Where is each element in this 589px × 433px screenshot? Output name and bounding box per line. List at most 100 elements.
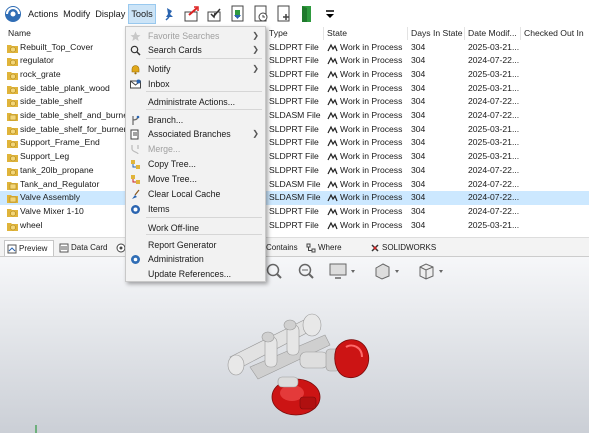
cell-date: 2025-03-21...: [468, 123, 520, 134]
menu-item-items[interactable]: Items: [126, 202, 265, 216]
cell-state: Work in Process: [340, 68, 403, 79]
cell-days: 304: [411, 68, 426, 79]
zoom-area-icon[interactable]: [297, 262, 315, 280]
table-row[interactable]: side_table_shelf_for_burner SLDPRT File Wo…: [0, 123, 589, 137]
check-out-icon[interactable]: [181, 3, 203, 25]
menu-item-administration[interactable]: Administration: [126, 252, 265, 266]
table-row[interactable]: wheel SLDPRT File Work in Process 304 2025-0…: [0, 219, 589, 233]
menu-item-search-cards[interactable]: Search Cards ❯: [126, 43, 265, 57]
cell-type: SLDPRT File: [269, 68, 319, 79]
get-version-icon[interactable]: [250, 3, 272, 25]
cell-date: 2024-07-22...: [468, 55, 520, 66]
cell-state: Work in Process: [340, 123, 403, 134]
cell-type: SLDPRT File: [269, 164, 319, 175]
cell-date: 2024-07-22...: [468, 205, 520, 216]
cell-state: Work in Process: [340, 151, 403, 162]
add-file-icon[interactable]: [273, 3, 295, 25]
chevron-down-icon[interactable]: [319, 3, 341, 25]
table-row[interactable]: tank_20lb_propane SLDPRT File Work in Proc…: [0, 164, 589, 178]
get-latest-icon[interactable]: [227, 3, 249, 25]
menu-item-favorite-searches[interactable]: Favorite Searches ❯: [126, 29, 265, 43]
menu-item-branch[interactable]: Branch...: [126, 113, 265, 127]
cell-type: SLDPRT File: [269, 205, 319, 216]
column-header-type[interactable]: Type: [266, 27, 324, 40]
menu-item-associated-branches[interactable]: Associated Branches ❯: [126, 127, 265, 141]
tab-label: Data Card: [71, 243, 108, 252]
menu-tools[interactable]: Tools: [128, 3, 156, 24]
menu-item-label: Administrate Actions...: [148, 97, 236, 107]
table-row[interactable]: side_table_shelf SLDPRT File Work in Proce…: [0, 95, 589, 109]
table-row[interactable]: side_table_plank_wood SLDPRT File Work in …: [0, 82, 589, 96]
cell-date: 2025-03-21...: [468, 137, 520, 148]
cell-days: 304: [411, 82, 426, 93]
cell-days: 304: [411, 110, 426, 120]
cell-type: SLDPRT File: [269, 82, 319, 93]
menu-display[interactable]: Display: [93, 4, 127, 24]
change-state-icon[interactable]: [296, 3, 318, 25]
menu-item-administrate-actions[interactable]: Administrate Actions...: [126, 95, 265, 109]
menu-separator: [146, 58, 262, 59]
menu-item-label: Associated Branches: [148, 129, 231, 139]
view-orientation-icon[interactable]: [417, 262, 447, 280]
display-style-icon[interactable]: [329, 262, 359, 280]
preview-toolbar: [265, 262, 447, 280]
administration-icon: [130, 254, 141, 265]
cell-days: 304: [411, 137, 426, 148]
menu-item-label: Search Cards: [148, 45, 202, 55]
where-used-icon: [306, 243, 316, 253]
table-row[interactable]: Valve Mixer 1-10 SLDPRT File Work in Proce…: [0, 205, 589, 219]
menu-item-inbox[interactable]: Inbox: [126, 77, 265, 91]
table-row[interactable]: rock_grate SLDPRT File Work in Process 304 2…: [0, 68, 589, 82]
check-in-icon[interactable]: [204, 3, 226, 25]
table-row[interactable]: Tank_and_Regulator SLDASM File Work in Pro…: [0, 178, 589, 192]
cell-type: SLDPRT File: [269, 219, 319, 230]
cell-name: Support_Leg: [20, 151, 70, 162]
cell-state: Work in Process: [340, 137, 403, 148]
column-header-checked-out[interactable]: Checked Out In: [521, 27, 589, 40]
menu-item-work-off-line[interactable]: Work Off-line: [126, 221, 265, 235]
tab-solidworks-manage[interactable]: SOLIDWORKS Manage: [368, 240, 468, 268]
column-header-state[interactable]: State: [324, 27, 408, 40]
cell-state: Work in Process: [340, 110, 403, 120]
cell-date: 2024-07-22...: [468, 192, 520, 203]
pin-icon[interactable]: [158, 3, 180, 25]
table-row[interactable]: regulator SLDPRT File Work in Process 304 20…: [0, 54, 589, 68]
tools-menu-dropdown: Favorite Searches ❯ Search Cards ❯ Notify ❯ In…: [125, 26, 266, 282]
tab-preview[interactable]: Preview: [4, 240, 54, 256]
solidworks-manage-icon: [370, 243, 380, 253]
cell-days: 304: [411, 164, 426, 175]
column-header-date[interactable]: Date Modif...: [465, 27, 521, 40]
search-icon: [130, 45, 141, 56]
submenu-arrow-icon: ❯: [252, 129, 259, 138]
table-row[interactable]: Valve Assembly SLDASM File Work in Process…: [0, 191, 589, 205]
table-row[interactable]: side_table_shelf_and_burner SLDASM File Wo…: [0, 109, 589, 123]
table-row[interactable]: Rebuilt_Top_Cover SLDPRT File Work in Proc…: [0, 41, 589, 55]
valve-assembly-model[interactable]: [0, 257, 589, 433]
copy-tree-icon: [130, 159, 141, 170]
cell-days: 304: [411, 96, 426, 107]
menu-modify[interactable]: Modify: [61, 4, 92, 24]
inbox-icon: [130, 79, 141, 90]
menu-actions[interactable]: Actions: [26, 4, 60, 24]
section-view-icon[interactable]: [373, 262, 403, 280]
menu-item-clear-local-cache[interactable]: Clear Local Cache: [126, 187, 265, 201]
menu-item-notify[interactable]: Notify ❯: [126, 62, 265, 76]
table-row[interactable]: Support_Leg SLDPRT File Work in Process 304…: [0, 150, 589, 164]
menu-item-move-tree[interactable]: Move Tree...: [126, 172, 265, 186]
file-list-table: Name Type State Days In State Date Modif…: [0, 27, 589, 233]
cell-state: Work in Process: [340, 55, 403, 66]
column-header-days[interactable]: Days In State: [408, 27, 465, 40]
menu-item-update-references[interactable]: Update References...: [126, 267, 265, 281]
table-row[interactable]: Support_Frame_End SLDPRT File Work in Proc…: [0, 136, 589, 150]
zoom-icon[interactable]: [265, 262, 283, 280]
menu-item-label: Branch...: [148, 115, 184, 125]
menu-item-merge[interactable]: Merge...: [126, 142, 265, 156]
cell-days: 304: [411, 123, 426, 134]
cell-name: Tank_and_Regulator: [20, 178, 100, 189]
cell-state: Work in Process: [340, 164, 403, 175]
menu-item-report-generator[interactable]: Report Generator: [126, 238, 265, 252]
menu-separator: [146, 91, 262, 92]
tab-where-used[interactable]: Where Used: [304, 240, 366, 268]
tab-data-card[interactable]: Data Card: [57, 240, 115, 256]
menu-item-copy-tree[interactable]: Copy Tree...: [126, 157, 265, 171]
